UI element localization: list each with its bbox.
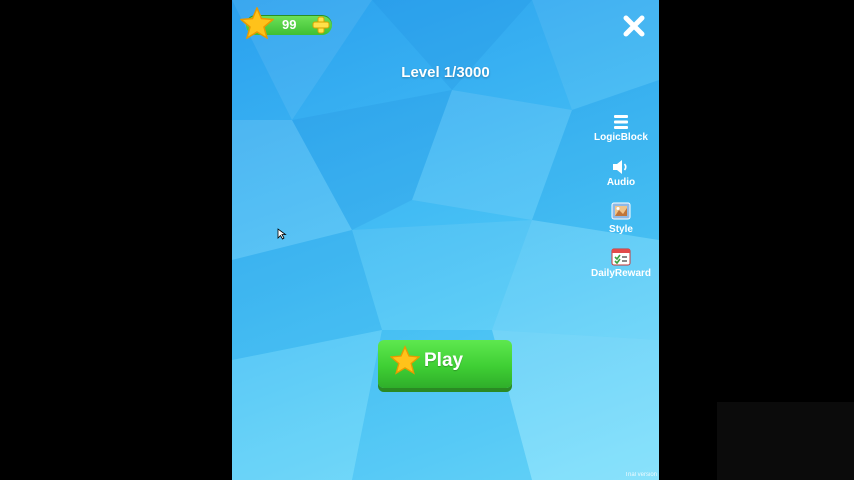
palette-icon	[611, 202, 631, 220]
level-indicator: Level 1/3000	[401, 64, 490, 81]
overlay-panel	[717, 402, 854, 480]
logicblock-button[interactable]: LogicBlock	[586, 114, 656, 143]
play-button[interactable]: Play	[378, 340, 512, 388]
audio-button[interactable]: Audio	[586, 159, 656, 188]
game-screen: 99 Level 1/3000 LogicBlock Audio Style D…	[232, 0, 659, 480]
speaker-icon	[613, 160, 627, 174]
play-label: Play	[424, 350, 464, 371]
audio-label: Audio	[606, 177, 636, 188]
calendar-icon	[611, 248, 631, 266]
dailyreward-button[interactable]: DailyReward	[586, 246, 656, 279]
coin-value: 99	[282, 17, 297, 32]
add-coins-icon[interactable]	[311, 15, 331, 35]
style-label: Style	[609, 224, 633, 235]
star-icon	[390, 345, 420, 375]
dailyreward-label: DailyReward	[590, 268, 652, 279]
star-icon	[240, 7, 274, 39]
close-icon[interactable]	[622, 14, 646, 38]
style-button[interactable]: Style	[586, 200, 656, 235]
cursor-icon	[277, 228, 287, 240]
logicblock-label: LogicBlock	[594, 132, 648, 143]
menu-icon	[614, 115, 628, 129]
version-label: Trial version	[624, 472, 657, 478]
